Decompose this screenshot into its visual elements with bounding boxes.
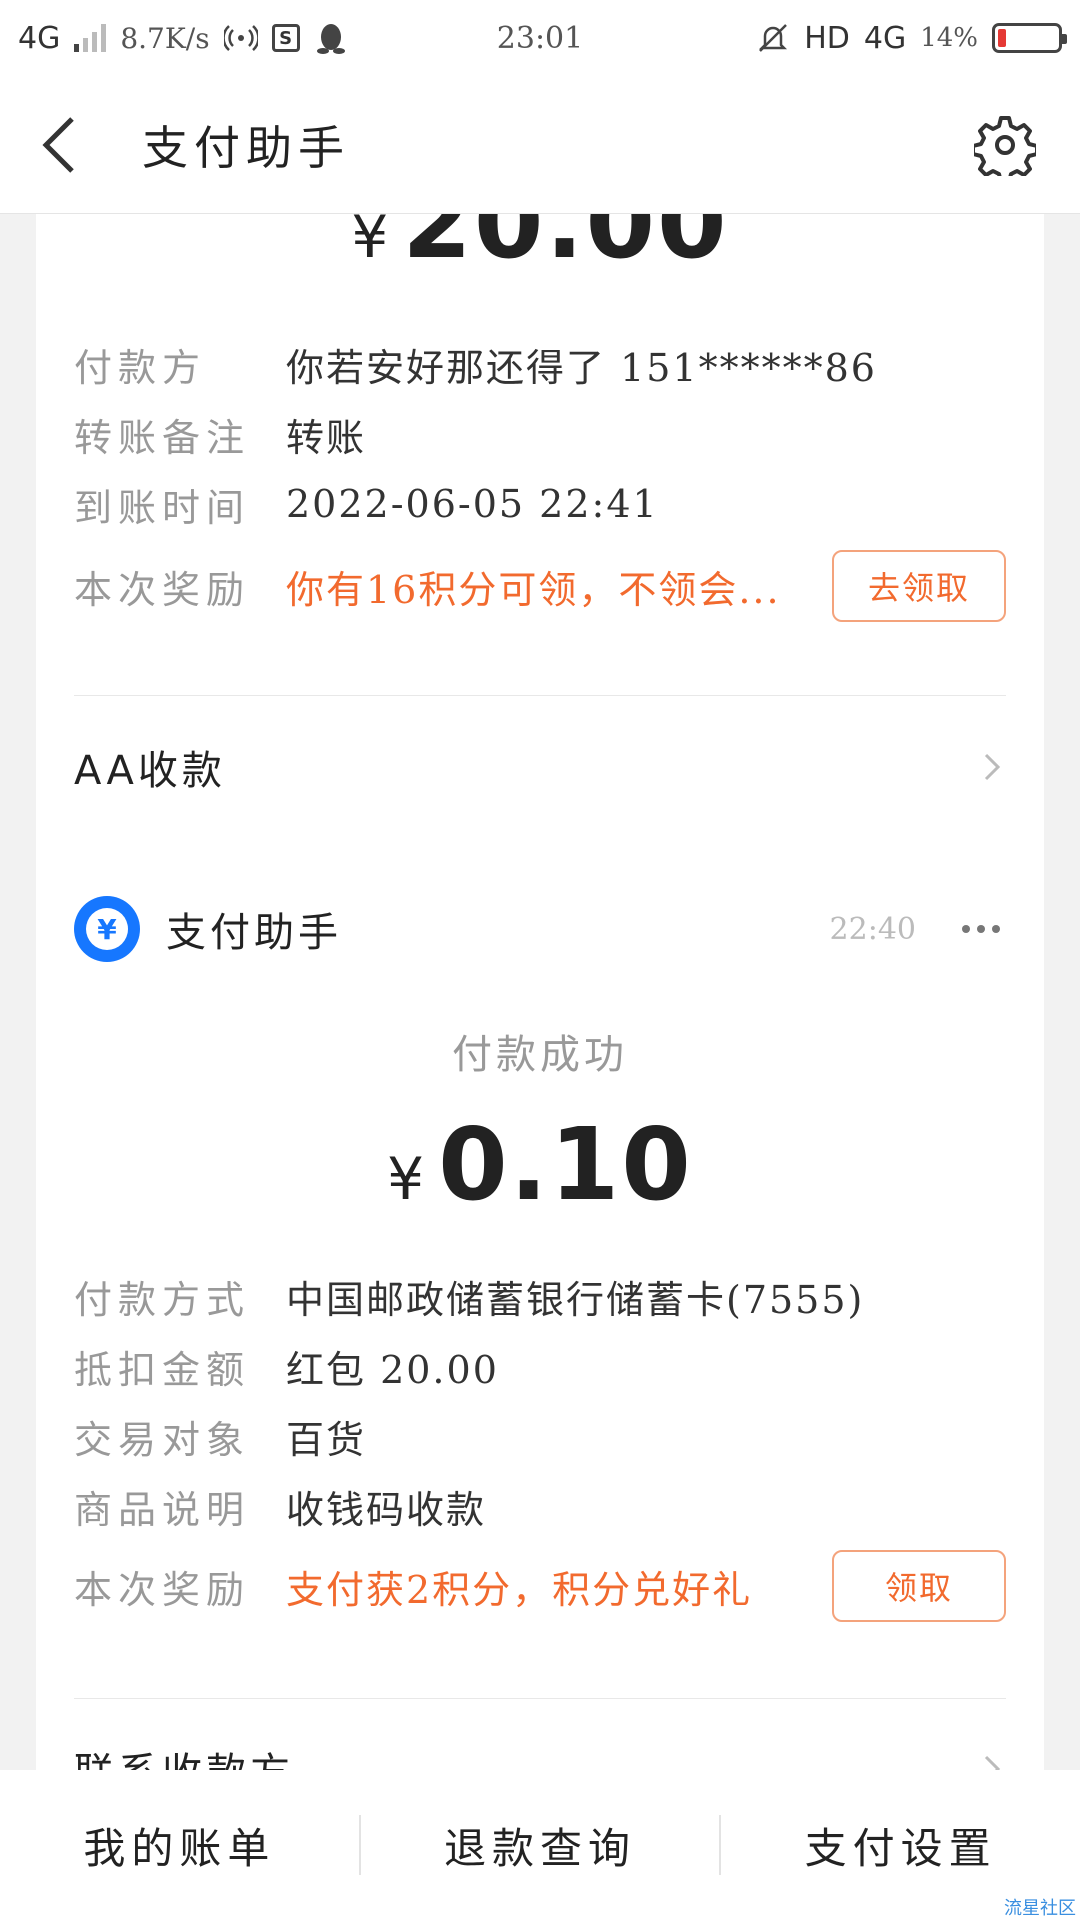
- row-value: 百货: [286, 1417, 367, 1462]
- network-type: 4G: [18, 20, 61, 56]
- row-value: 2022-06-05 22:41: [286, 482, 659, 526]
- row-value: 中国邮政储蓄银行储蓄卡(7555): [286, 1277, 865, 1322]
- gear-icon: [974, 115, 1036, 176]
- row-label: 付款方: [74, 345, 207, 390]
- card-app-name: 支付助手: [166, 910, 342, 956]
- transfer-amount: ¥20.00: [36, 214, 1044, 281]
- contact-payee-link[interactable]: 联系收款方: [74, 1724, 1006, 1770]
- detail-row: 到账时间 2022-06-05 22:41: [74, 476, 1006, 532]
- card-time: 22:40: [829, 911, 916, 947]
- more-options-button[interactable]: [956, 909, 1006, 949]
- qq-penguin-icon: [314, 21, 348, 55]
- row-value: 你若安好那还得了 151******86: [286, 345, 877, 390]
- row-label: 付款方式: [74, 1277, 251, 1322]
- row-label: 转账备注: [74, 415, 251, 460]
- status-bar-right: HD 4G 14%: [756, 20, 1067, 56]
- row-label: 抵扣金额: [74, 1347, 251, 1392]
- detail-row: 抵扣金额 红包 20.00: [74, 1338, 1006, 1394]
- row-label: 本次奖励: [74, 1567, 251, 1612]
- amount-value: 0.10: [438, 1106, 693, 1223]
- row-label: 到账时间: [74, 485, 251, 530]
- divider: [74, 1698, 1006, 1699]
- currency-symbol: ¥: [351, 214, 389, 271]
- detail-row: 交易对象 百货: [74, 1408, 1006, 1464]
- detail-row: 付款方 你若安好那还得了 151******86: [74, 336, 1006, 392]
- detail-row: 转账备注 转账: [74, 406, 1006, 462]
- payment-amount: ¥0.10: [36, 1106, 1044, 1223]
- network-type-2: 4G: [863, 20, 907, 56]
- reward-text: 支付获2积分，积分兑好礼: [286, 1567, 753, 1612]
- row-label: 交易对象: [74, 1417, 251, 1462]
- battery-fill: [998, 29, 1007, 47]
- tab-my-bills[interactable]: 我的账单: [0, 1770, 359, 1920]
- message-list[interactable]: ¥20.00 付款方 你若安好那还得了 151******86 转账备注 转账 …: [0, 214, 1080, 1770]
- settings-button[interactable]: [970, 110, 1040, 180]
- row-label: 商品说明: [74, 1487, 251, 1532]
- detail-row: 商品说明 收钱码收款: [74, 1478, 1006, 1534]
- reward-text: 你有16积分可领，不领会...: [286, 567, 781, 612]
- page-title: 支付助手: [142, 120, 350, 175]
- watermark: 流星社区: [1004, 1898, 1076, 1919]
- chevron-right-icon: [984, 753, 1001, 781]
- amount-value: 20.00: [402, 214, 729, 281]
- chevron-right-icon: [984, 1755, 1001, 1770]
- card-header: ¥ 支付助手 22:40: [74, 894, 1006, 964]
- divider: [74, 695, 1006, 696]
- battery-icon: [992, 23, 1067, 53]
- nav-bar: 支付助手: [0, 76, 1080, 214]
- row-value: 转账: [286, 415, 367, 460]
- status-bar-left: 4G 8.7K/s S: [18, 21, 348, 56]
- row-value: 收钱码收款: [286, 1487, 487, 1532]
- hotspot-icon: [223, 21, 258, 55]
- mute-bell-icon: [756, 21, 790, 55]
- bottom-menu-bar: 我的账单 退款查询 支付设置 流星社区: [0, 1770, 1080, 1920]
- payment-card: ¥ 支付助手 22:40 付款成功 ¥0.10 付款方式 中国邮政储蓄银行储蓄卡…: [36, 862, 1044, 1770]
- status-bar: 4G 8.7K/s S 23:01 HD 4G 14%: [0, 0, 1080, 76]
- s-app-icon: S: [271, 24, 300, 52]
- network-speed: 8.7K/s: [120, 21, 210, 55]
- detail-row: 付款方式 中国邮政储蓄银行储蓄卡(7555): [74, 1268, 1006, 1324]
- claim-points-button[interactable]: 领取: [832, 1550, 1006, 1622]
- hd-label: HD: [804, 20, 850, 56]
- status-time: 23:01: [496, 20, 584, 56]
- row-value: 红包 20.00: [286, 1347, 499, 1392]
- back-button[interactable]: [40, 110, 110, 180]
- battery-percent: 14%: [920, 23, 978, 53]
- yuan-app-icon: ¥: [74, 896, 140, 962]
- payment-status: 付款成功: [452, 1032, 628, 1078]
- tab-refund-query[interactable]: 退款查询: [361, 1770, 720, 1920]
- signal-icon: [74, 24, 107, 52]
- claim-points-button[interactable]: 去领取: [832, 550, 1006, 622]
- link-label: 联系收款方: [74, 1740, 294, 1770]
- currency-symbol: ¥: [387, 1145, 425, 1213]
- chevron-left-icon: [42, 116, 74, 173]
- row-label: 本次奖励: [74, 567, 251, 612]
- link-label: AA收款: [74, 748, 226, 794]
- aa-collect-link[interactable]: AA收款: [74, 722, 1006, 812]
